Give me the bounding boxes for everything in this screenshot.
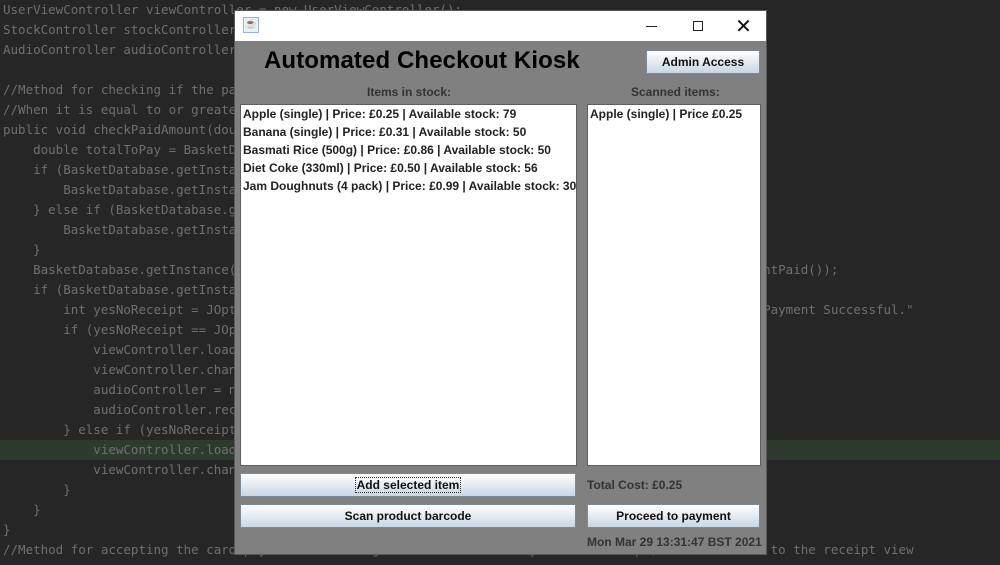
window-titlebar: ☕ ✕: [235, 11, 766, 41]
scanned-list[interactable]: Apple (single) | Price £0.25: [587, 104, 761, 466]
stock-list[interactable]: Apple (single) | Price: £0.25 | Availabl…: [240, 104, 577, 466]
stock-list-item[interactable]: Banana (single) | Price: £0.31 | Availab…: [241, 123, 576, 141]
stock-list-item[interactable]: Basmati Rice (500g) | Price: £0.86 | Ava…: [241, 141, 576, 159]
stock-list-item[interactable]: Diet Coke (330ml) | Price: £0.50 | Avail…: [241, 159, 576, 177]
admin-access-button[interactable]: Admin Access: [646, 50, 760, 74]
datetime-display: Mon Mar 29 13:31:47 BST 2021: [587, 535, 762, 549]
minimize-icon[interactable]: [629, 11, 674, 41]
scanned-list-label: Scanned items:: [631, 85, 720, 99]
add-selected-item-label: Add selected item: [354, 477, 462, 493]
checkout-window: ☕ ✕ Automated Checkout Kiosk Admin Acces…: [235, 11, 766, 554]
close-icon[interactable]: ✕: [721, 11, 766, 41]
maximize-icon[interactable]: [675, 11, 720, 41]
proceed-to-payment-button[interactable]: Proceed to payment: [587, 504, 760, 528]
stock-list-item[interactable]: Apple (single) | Price: £0.25 | Availabl…: [241, 105, 576, 123]
java-icon: ☕: [243, 17, 259, 33]
scanned-list-item[interactable]: Apple (single) | Price £0.25: [588, 105, 760, 123]
add-selected-item-button[interactable]: Add selected item: [240, 473, 576, 497]
scan-barcode-button[interactable]: Scan product barcode: [240, 504, 576, 528]
stock-list-item[interactable]: Jam Doughnuts (4 pack) | Price: £0.99 | …: [241, 177, 576, 195]
app-title: Automated Checkout Kiosk: [264, 47, 580, 74]
total-cost: Total Cost: £0.25: [587, 478, 683, 492]
stock-list-label: Items in stock:: [367, 85, 452, 99]
